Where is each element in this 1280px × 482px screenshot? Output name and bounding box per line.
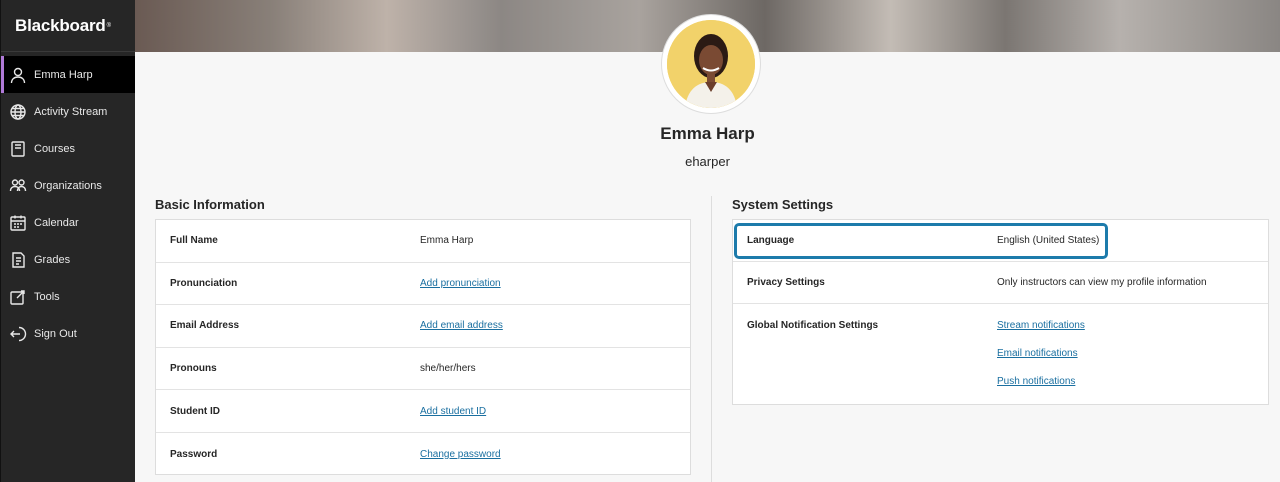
email-notifications-link[interactable]: Email notifications (997, 348, 1085, 359)
notification-links: Stream notifications Email notifications… (997, 320, 1085, 387)
sidebar-item-label: Sign Out (34, 327, 77, 340)
sidebar-item-grades[interactable]: Grades (1, 241, 135, 278)
privacy-settings-label: Privacy Settings (747, 277, 825, 288)
avatar-frame[interactable] (661, 14, 761, 114)
sidebar-nav: Emma Harp Activity Stream Courses Organi… (1, 52, 135, 352)
sign-out-icon (9, 325, 27, 343)
pronouns-value: she/her/hers (420, 363, 476, 375)
calendar-icon (9, 214, 27, 232)
globe-icon (9, 103, 27, 121)
sidebar-item-profile[interactable]: Emma Harp (1, 56, 135, 93)
full-name-row: Full Name Emma Harp (156, 220, 690, 263)
sidebar-item-label: Calendar (34, 216, 79, 229)
basic-information-heading: Basic Information (155, 197, 265, 212)
profile-page: Emma Harp eharper Basic Information Full… (135, 0, 1280, 482)
push-notifications-link[interactable]: Push notifications (997, 376, 1085, 387)
sidebar-item-tools[interactable]: Tools (1, 278, 135, 315)
sidebar-item-activity-stream[interactable]: Activity Stream (1, 93, 135, 130)
pronouns-row: Pronouns she/her/hers (156, 348, 690, 391)
sidebar: Blackboard ® Emma Harp Activity Stream Co… (0, 0, 135, 482)
privacy-settings-value: Only instructors can view my profile inf… (997, 277, 1207, 288)
full-name-label: Full Name (170, 235, 218, 247)
profile-name: Emma Harp (660, 124, 755, 143)
email-address-row: Email Address Add email address (156, 305, 690, 348)
basic-information-card: Full Name Emma Harp Pronunciation Add pr… (155, 219, 691, 475)
system-settings-heading: System Settings (732, 197, 834, 212)
column-divider (711, 196, 712, 482)
language-row[interactable]: Language English (United States) (733, 220, 1268, 262)
sidebar-item-organizations[interactable]: Organizations (1, 167, 135, 204)
add-pronunciation-link[interactable]: Add pronunciation (420, 278, 501, 289)
sidebar-item-courses[interactable]: Courses (1, 130, 135, 167)
sidebar-item-label: Courses (34, 142, 75, 155)
sidebar-item-label: Emma Harp (34, 68, 93, 81)
grades-icon (9, 251, 27, 269)
add-email-address-link[interactable]: Add email address (420, 320, 503, 331)
student-id-label: Student ID (170, 405, 220, 417)
email-address-label: Email Address (170, 320, 240, 332)
sidebar-item-label: Grades (34, 253, 71, 266)
sidebar-item-label: Tools (34, 290, 60, 303)
full-name-value: Emma Harp (420, 235, 474, 247)
password-label: Password (170, 448, 218, 460)
sidebar-item-label: Organizations (34, 179, 102, 192)
profile-username: eharper (685, 154, 730, 169)
language-label: Language (747, 235, 795, 246)
password-row: Password Change password (156, 433, 690, 476)
avatar (667, 20, 755, 108)
sidebar-item-label: Activity Stream (34, 105, 108, 118)
tools-icon (9, 288, 27, 306)
blackboard-logo[interactable]: Blackboard ® (1, 0, 135, 52)
pronunciation-row: Pronunciation Add pronunciation (156, 263, 690, 306)
change-password-link[interactable]: Change password (420, 449, 501, 460)
brand-text: Blackboard (15, 15, 106, 35)
stream-notifications-link[interactable]: Stream notifications (997, 320, 1085, 331)
pronouns-label: Pronouns (170, 363, 217, 375)
privacy-settings-row[interactable]: Privacy Settings Only instructors can vi… (733, 262, 1268, 304)
sidebar-item-sign-out[interactable]: Sign Out (1, 315, 135, 352)
book-icon (9, 140, 27, 158)
system-settings-card: Language English (United States) Privacy… (732, 219, 1269, 405)
sidebar-item-calendar[interactable]: Calendar (1, 204, 135, 241)
global-notification-settings-row: Global Notification Settings Stream noti… (733, 304, 1268, 404)
student-id-row: Student ID Add student ID (156, 390, 690, 433)
add-student-id-link[interactable]: Add student ID (420, 406, 486, 417)
global-notification-settings-label: Global Notification Settings (747, 320, 879, 331)
brand-registered-mark: ® (106, 22, 111, 29)
people-icon (9, 177, 27, 195)
language-value: English (United States) (997, 235, 1100, 246)
user-icon (9, 66, 27, 84)
pronunciation-label: Pronunciation (170, 277, 238, 289)
